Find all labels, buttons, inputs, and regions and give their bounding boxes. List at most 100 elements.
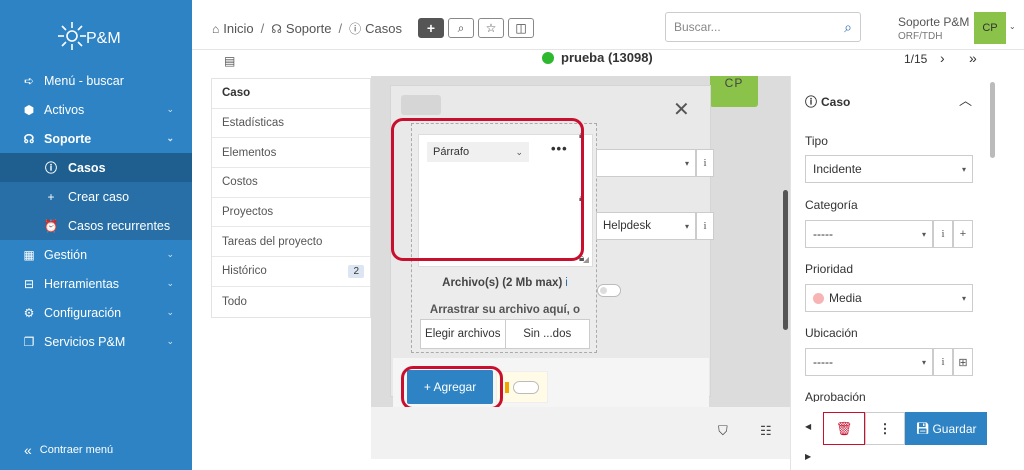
- panel-scrollbar[interactable]: [990, 82, 995, 158]
- columns-button[interactable]: ◫: [508, 18, 534, 38]
- modal-scrollbar[interactable]: [783, 190, 788, 330]
- private-toggle[interactable]: [597, 284, 621, 297]
- author-tag: CP: [710, 76, 758, 107]
- caret-right-icon[interactable]: ▶: [805, 452, 811, 461]
- breadcrumb-separator: /: [338, 21, 343, 36]
- pending-toggle[interactable]: [513, 381, 539, 394]
- breadcrumb-home[interactable]: Inicio: [223, 21, 253, 36]
- status-dot: [542, 51, 554, 64]
- delete-button[interactable]: 🗑︎: [823, 412, 865, 445]
- case-title-text: prueba (13098): [561, 50, 653, 65]
- caret-left-icon[interactable]: ◀: [805, 422, 811, 431]
- chevron-up-icon[interactable]: ︿: [959, 90, 972, 109]
- sidebar-item-activos[interactable]: ⬢ Activos ⌄: [0, 95, 192, 124]
- group-select[interactable]: Helpdesk ▾: [596, 212, 696, 240]
- close-icon[interactable]: ✕: [673, 97, 690, 122]
- search-icon[interactable]: ⌕: [844, 19, 852, 36]
- avatar[interactable]: CP: [974, 12, 1006, 44]
- map-button[interactable]: ⊞: [953, 348, 973, 376]
- breadcrumb-support[interactable]: Soporte: [286, 21, 332, 36]
- tab-label: Estadísticas: [222, 117, 284, 130]
- gear-icon: ⚙: [23, 305, 35, 320]
- brand-logo[interactable]: P&M: [56, 16, 136, 56]
- search-button[interactable]: ⌕: [448, 18, 474, 38]
- sidebar-item-casos-recurrentes[interactable]: ⏰ Casos recurrentes: [0, 211, 192, 240]
- headset-icon: ☊: [271, 21, 282, 36]
- alarm-clock-icon: ⏰: [43, 218, 59, 233]
- drag-label: Arrastrar su archivo aquí, o: [429, 304, 581, 316]
- tab-label: Costos: [222, 176, 258, 189]
- sidebar-item-servicios[interactable]: ❐ Servicios P&M ⌄: [0, 327, 192, 356]
- toolbox-icon: ⊟: [23, 276, 35, 291]
- action-bar: ◀ ▶ 🗑︎ ⋮ 💾︎ Guardar: [791, 402, 1011, 470]
- chevron-down-icon: ⌄: [166, 336, 174, 346]
- sidebar-item-label: Activos: [44, 102, 85, 117]
- section-header[interactable]: ⓘ Caso: [805, 93, 850, 110]
- arrow-right-icon: ➪: [23, 73, 35, 88]
- sidebar-item-gestion[interactable]: ▦ Gestión ⌄: [0, 240, 192, 269]
- chevron-down-icon: ▾: [684, 221, 689, 231]
- tab-elementos[interactable]: Elementos: [212, 138, 370, 169]
- info-icon[interactable]: i: [565, 277, 568, 289]
- tab-historico[interactable]: Histórico 2: [212, 257, 370, 287]
- add-category-button[interactable]: +: [953, 220, 973, 248]
- tab-caso[interactable]: Caso: [212, 79, 370, 109]
- sidebar-item-menu-search[interactable]: ➪ Menú - buscar: [0, 66, 192, 95]
- prioridad-select[interactable]: Media ▾: [805, 284, 973, 312]
- more-actions-button[interactable]: ⋮: [865, 412, 905, 445]
- choose-files-button[interactable]: Elegir archivos: [421, 320, 506, 348]
- tab-tareas-proyecto[interactable]: Tareas del proyecto: [212, 227, 370, 258]
- next-icon[interactable]: ›: [940, 50, 945, 66]
- favorite-button[interactable]: ☆: [478, 18, 504, 38]
- tab-proyectos[interactable]: Proyectos: [212, 198, 370, 228]
- tipo-select[interactable]: Incidente ▾: [805, 155, 973, 183]
- info-button[interactable]: i: [696, 212, 714, 240]
- files-label-text: Archivo(s) (2 Mb max): [442, 277, 563, 289]
- pending-indicator: [505, 382, 509, 393]
- sidebar-item-casos[interactable]: ⓘ Casos: [0, 153, 192, 182]
- collapse-menu-button[interactable]: « Contraer menú: [24, 442, 113, 458]
- timeline-footer: ⛉ ☷: [371, 407, 790, 459]
- sidebar-item-configuracion[interactable]: ⚙ Configuración ⌄: [0, 298, 192, 327]
- filter-icon[interactable]: ⛉: [718, 423, 728, 439]
- map-icon: ⊞: [958, 356, 968, 369]
- document-list-icon[interactable]: ▤: [224, 54, 235, 68]
- sidebar-item-soporte[interactable]: ☊ Soporte ⌄: [0, 124, 192, 153]
- sidebar-item-label: Soporte: [44, 131, 92, 146]
- user-info[interactable]: Soporte P&M ORF/TDH: [898, 15, 969, 42]
- tab-label: Caso: [222, 87, 251, 100]
- pending-toggle-box: [496, 371, 548, 403]
- sidebar-item-label: Casos: [68, 160, 106, 175]
- chevron-down-icon: ⌄: [166, 133, 174, 143]
- categoria-label: Categoría: [805, 198, 858, 212]
- add-button[interactable]: +: [418, 18, 444, 38]
- user-org: ORF/TDH: [898, 31, 943, 42]
- save-button[interactable]: 💾︎ Guardar: [905, 412, 987, 445]
- case-header: ▤ prueba (13098) 1/15 › »: [192, 50, 1024, 76]
- sidebar-item-herramientas[interactable]: ⊟ Herramientas ⌄: [0, 269, 192, 298]
- sidebar-nav: ➪ Menú - buscar ⬢ Activos ⌄ ☊ Soporte ⌄ …: [0, 66, 192, 356]
- home-icon: ⌂: [212, 21, 220, 36]
- info-button[interactable]: i: [696, 149, 714, 177]
- sidebar-item-label: Casos recurrentes: [68, 218, 171, 233]
- tab-estadisticas[interactable]: Estadísticas: [212, 109, 370, 139]
- search-input[interactable]: [674, 20, 845, 34]
- info-circle-icon: ⓘ: [44, 161, 57, 175]
- ubicacion-select[interactable]: ----- ▾: [805, 348, 933, 376]
- checklist-icon[interactable]: ☷: [760, 423, 772, 439]
- tab-todo[interactable]: Todo: [212, 287, 370, 317]
- hidden-select-1[interactable]: ▾: [596, 149, 696, 177]
- categoria-select[interactable]: ----- ▾: [805, 220, 933, 248]
- breadcrumb-cases[interactable]: Casos: [365, 21, 402, 36]
- info-button[interactable]: i: [933, 348, 953, 376]
- info-circle-icon: ⓘ: [805, 95, 818, 109]
- info-button[interactable]: i: [933, 220, 953, 248]
- last-icon[interactable]: »: [969, 50, 977, 66]
- sidebar-item-label: Crear caso: [68, 189, 130, 204]
- sidebar-item-label: Menú - buscar: [44, 73, 124, 88]
- sidebar-item-label: Gestión: [44, 247, 88, 262]
- sidebar-item-crear-caso[interactable]: + Crear caso: [0, 182, 192, 211]
- tab-costos[interactable]: Costos: [212, 168, 370, 198]
- chevron-down-icon[interactable]: ⌄: [1009, 22, 1016, 31]
- headset-icon: ☊: [23, 131, 35, 146]
